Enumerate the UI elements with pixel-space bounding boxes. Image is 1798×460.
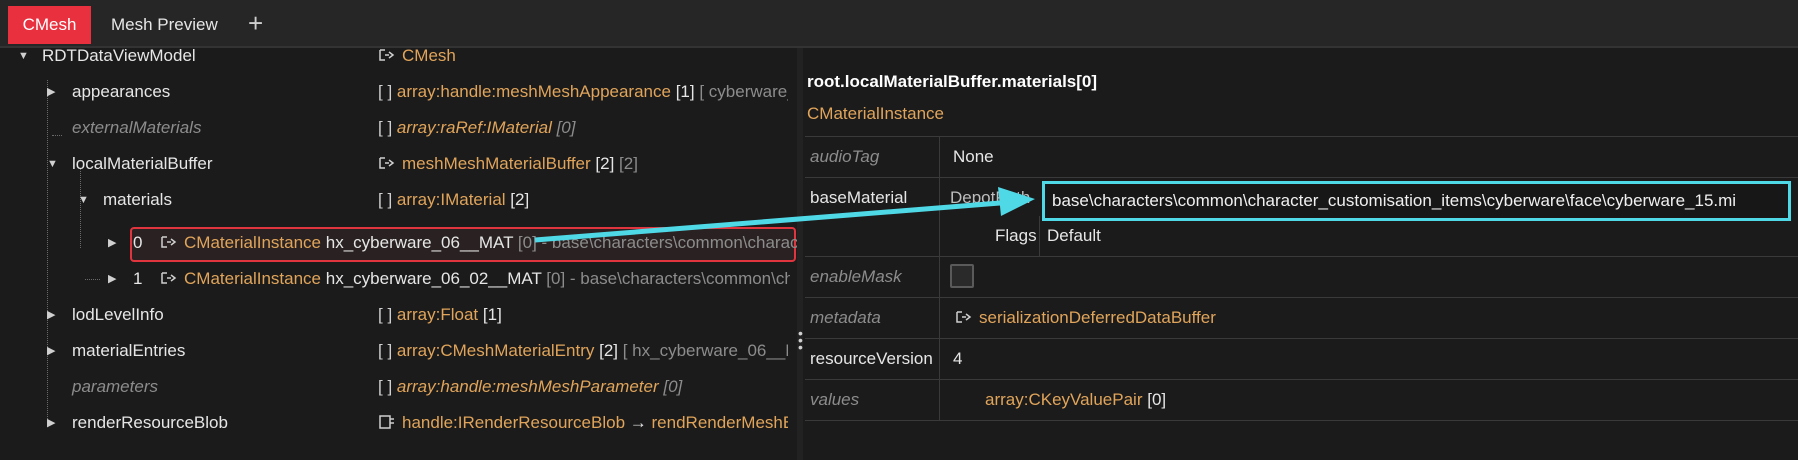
annotation-arrow bbox=[534, 187, 1035, 243]
